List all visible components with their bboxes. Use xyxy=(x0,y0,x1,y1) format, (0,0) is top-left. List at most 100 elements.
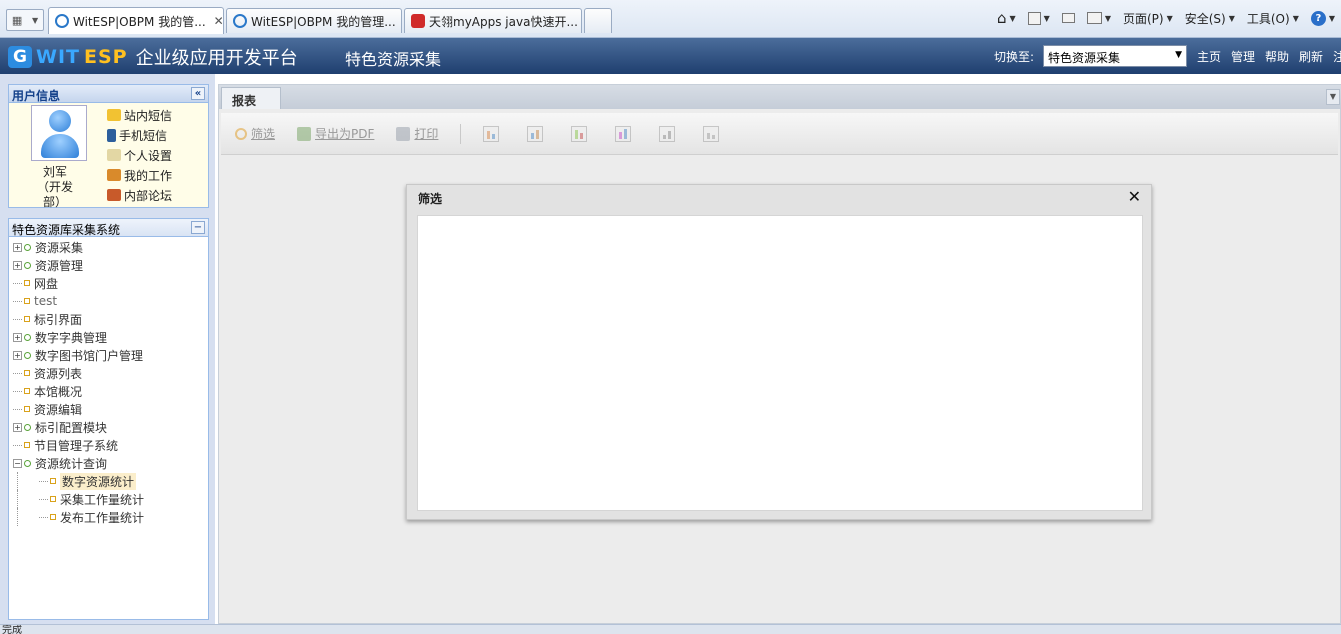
collapse-icon[interactable]: « xyxy=(191,87,205,100)
user-info-body: 刘军（开发部） 站内短信 手机短信 个人设置 我的工作 内部论坛 xyxy=(9,103,208,209)
user-link-label: 我的工作 xyxy=(124,168,173,183)
page-icon xyxy=(24,370,30,376)
pie-chart-icon[interactable] xyxy=(483,125,500,142)
logo: G WIT ESP 企业级应用开发平台 xyxy=(8,44,298,70)
tree-item[interactable]: test xyxy=(13,292,208,310)
tools-menu[interactable]: 工具(O) ▼ xyxy=(1247,10,1299,27)
help-link[interactable]: 帮助 xyxy=(1265,48,1289,65)
expand-icon[interactable]: + xyxy=(13,332,22,342)
safety-menu-label: 安全(S) xyxy=(1184,11,1226,26)
switch-select-value: 特色资源采集 xyxy=(1048,51,1121,65)
user-link-sms[interactable]: 手机短信 xyxy=(107,125,172,145)
close-tab-icon[interactable]: ✕ xyxy=(214,14,223,28)
expand-icon[interactable]: + xyxy=(13,242,22,252)
tree-item-label: 资源管理 xyxy=(35,258,84,273)
expand-icon[interactable]: + xyxy=(13,422,22,432)
tree-child-item[interactable]: 数字资源统计 xyxy=(13,472,208,490)
quick-tabs-button[interactable]: ▦ ▼ xyxy=(6,9,44,31)
tree-item-label: 发布工作量统计 xyxy=(60,510,145,525)
close-icon[interactable]: ✕ xyxy=(1128,187,1141,206)
feeds-button[interactable]: ▼ xyxy=(1027,11,1050,25)
chevron-down-icon: ▼ xyxy=(1166,13,1173,23)
tree-item[interactable]: + 数字图书馆门户管理 xyxy=(13,346,208,364)
tree-item-label: test xyxy=(34,294,58,308)
chevron-down-icon: ▼ xyxy=(1043,13,1050,23)
print-report-button[interactable]: 打印 xyxy=(396,125,438,142)
tree-item[interactable]: 标引界面 xyxy=(13,310,208,328)
user-info-title: 用户信息 xyxy=(12,89,61,103)
user-link-label: 站内短信 xyxy=(124,108,173,123)
user-link-settings[interactable]: 个人设置 xyxy=(107,145,172,165)
tree-item[interactable]: 资源编辑 xyxy=(13,400,208,418)
browser-tab-1[interactable]: WitESP|OBPM 我的管... ✕ xyxy=(48,7,224,34)
browser-tab-2[interactable]: WitESP|OBPM 我的管理... xyxy=(226,8,402,33)
folder-icon xyxy=(24,351,31,359)
folder-icon xyxy=(24,333,31,341)
user-link-forum[interactable]: 内部论坛 xyxy=(107,185,172,205)
tree-item[interactable]: 节目管理子系统 xyxy=(13,436,208,454)
home-button[interactable]: ⌂ ▼ xyxy=(997,9,1016,27)
refresh-link[interactable]: 刷新 xyxy=(1299,48,1323,65)
mail-icon xyxy=(1061,13,1075,23)
switch-label: 切换至: xyxy=(994,50,1035,64)
tree-line xyxy=(39,498,48,500)
tab-report[interactable]: 报表 xyxy=(221,87,281,109)
tree-item-label: 节目管理子系统 xyxy=(34,438,119,453)
new-tab-button[interactable] xyxy=(584,8,612,33)
print-button[interactable]: ▼ xyxy=(1086,12,1111,24)
home-link[interactable]: 主页 xyxy=(1197,48,1221,65)
safety-menu[interactable]: 安全(S) ▼ xyxy=(1185,10,1235,27)
export-pdf-button[interactable]: 导出为PDF xyxy=(297,125,374,142)
stacked-chart-icon[interactable] xyxy=(615,125,632,142)
help-button[interactable]: ? ▼ xyxy=(1310,10,1335,26)
logout-link[interactable]: 注 xyxy=(1333,48,1341,65)
tree-child-item[interactable]: 发布工作量统计 xyxy=(13,508,208,526)
tree-item[interactable]: 本馆概况 xyxy=(13,382,208,400)
tree-item-label: 资源采集 xyxy=(35,240,84,255)
tree-line xyxy=(13,390,22,392)
page-menu[interactable]: 页面(P) ▼ xyxy=(1123,10,1173,27)
chevron-down-icon: ▼ xyxy=(31,15,39,25)
browser-tab-3[interactable]: 天翎myApps java快速开... xyxy=(404,8,582,33)
tree-line xyxy=(13,300,22,302)
collapse-icon[interactable]: − xyxy=(191,221,205,234)
page-icon xyxy=(50,496,56,502)
switch-select[interactable]: 特色资源采集 ▼ xyxy=(1043,45,1187,67)
folder-icon xyxy=(24,261,31,269)
chevron-down-icon: ▼ xyxy=(1009,13,1016,23)
tree-item[interactable]: + 资源管理 xyxy=(13,256,208,274)
app-header: G WIT ESP 企业级应用开发平台 特色资源采集 切换至: 特色资源采集 ▼ … xyxy=(0,38,1341,74)
folder-open-icon xyxy=(24,459,31,467)
mail-button[interactable] xyxy=(1061,13,1075,23)
user-link-message[interactable]: 站内短信 xyxy=(107,105,172,125)
area-chart-icon[interactable] xyxy=(703,125,720,142)
tree-item[interactable]: 网盘 xyxy=(13,274,208,292)
envelope-icon xyxy=(107,109,121,121)
content-tab-strip: 报表 ▼ xyxy=(219,85,1341,109)
command-bar: ⌂ ▼ ▼ ▼ 页面(P) ▼ 安全(S) ▼ 工具(O) ▼ ? ▼ xyxy=(997,6,1341,30)
column-chart-icon[interactable] xyxy=(571,125,588,142)
collapse-node-icon[interactable]: − xyxy=(13,458,22,468)
tree-item[interactable]: 资源列表 xyxy=(13,364,208,382)
bar-chart-icon[interactable] xyxy=(527,125,544,142)
tree-item[interactable]: − 资源统计查询 xyxy=(13,454,208,472)
tree-item[interactable]: + 数字字典管理 xyxy=(13,328,208,346)
line-chart-icon[interactable] xyxy=(659,125,676,142)
ie-icon xyxy=(233,14,247,28)
tree-item[interactable]: + 资源采集 xyxy=(13,238,208,256)
admin-link[interactable]: 管理 xyxy=(1231,48,1255,65)
tree-panel-title: 特色资源库采集系统 xyxy=(12,223,121,237)
tree-line xyxy=(13,372,22,374)
tree-child-item[interactable]: 采集工作量统计 xyxy=(13,490,208,508)
printer-icon xyxy=(396,126,411,141)
expand-icon[interactable]: + xyxy=(13,350,22,360)
user-body-icon xyxy=(41,134,79,158)
expand-icon[interactable]: + xyxy=(13,260,22,270)
tab-menu-button[interactable]: ▼ xyxy=(1326,89,1340,105)
browser-toolbar: ▦ ▼ WitESP|OBPM 我的管... ✕ WitESP|OBPM 我的管… xyxy=(0,0,1341,38)
tree-item[interactable]: + 标引配置模块 xyxy=(13,418,208,436)
tree-item-label-selected: 数字资源统计 xyxy=(60,472,137,490)
filter-button[interactable]: 筛选 xyxy=(235,125,275,142)
user-link-work[interactable]: 我的工作 xyxy=(107,165,172,185)
page-icon xyxy=(50,514,56,520)
